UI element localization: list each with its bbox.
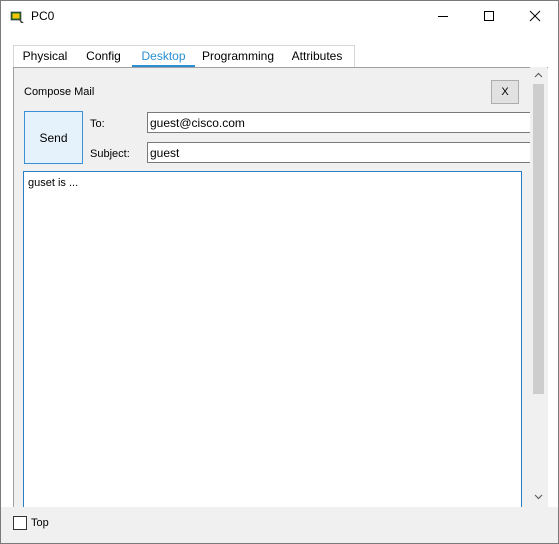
tab-config[interactable]: Config [76,46,131,68]
vertical-scrollbar[interactable] [530,67,547,507]
tab-bar: Physical Config Desktop Programming Attr… [13,45,355,68]
tab-programming[interactable]: Programming [197,46,279,68]
message-body-textarea[interactable]: guset is ... [23,171,522,508]
title-bar[interactable]: PC0 [1,1,558,31]
window-title: PC0 [31,9,55,23]
minimize-button[interactable] [420,1,466,31]
top-checkbox-label: Top [31,517,49,529]
pc0-window: PC0 Physical Config Desktop Programming … [0,0,559,544]
maximize-icon [484,11,494,21]
scroll-down-icon[interactable] [534,494,543,500]
minimize-icon [438,16,448,17]
subject-label: Subject: [90,148,130,160]
to-label: To: [90,118,105,130]
send-button[interactable]: Send [24,111,83,164]
desktop-panel: Compose Mail X Send To: guest@cisco.com … [13,67,548,508]
subject-field[interactable]: guest [147,142,533,163]
close-compose-button[interactable]: X [491,80,519,104]
compose-mail-heading: Compose Mail [24,86,95,98]
tab-desktop[interactable]: Desktop [132,46,195,68]
tab-physical[interactable]: Physical [14,46,76,68]
tab-attributes[interactable]: Attributes [282,46,352,68]
close-icon [529,10,541,22]
to-field[interactable]: guest@cisco.com [147,112,533,133]
scroll-up-icon[interactable] [534,72,543,78]
close-window-button[interactable] [512,1,558,31]
packet-tracer-icon [10,11,24,23]
top-checkbox[interactable] [13,516,27,530]
scrollbar-thumb[interactable] [533,84,544,394]
bottom-bar: Top [1,507,558,543]
maximize-button[interactable] [466,1,512,31]
